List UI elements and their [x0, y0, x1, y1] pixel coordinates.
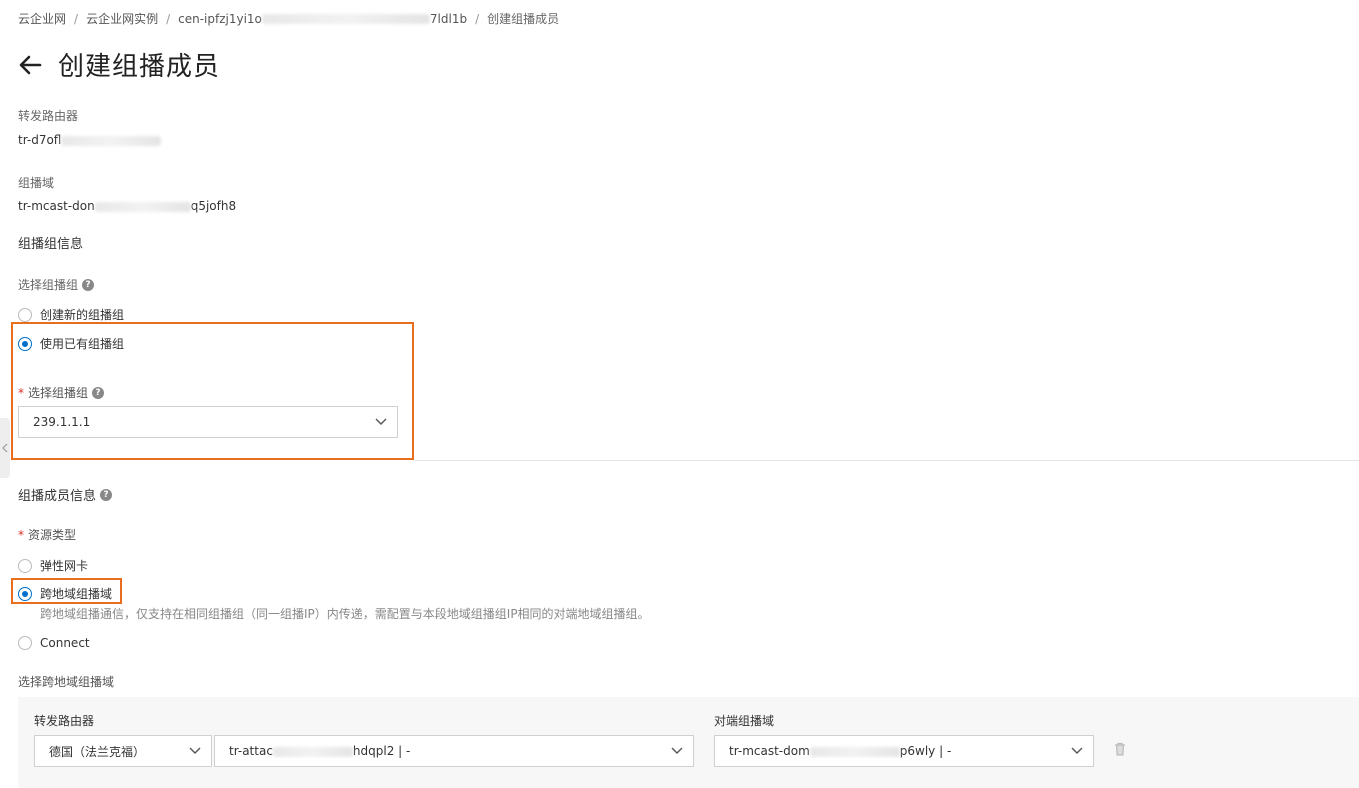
member-info-title: 组播成员信息 ? — [18, 485, 113, 504]
breadcrumb-cen-id-prefix: cen-ipfzj1yi1o — [178, 11, 262, 26]
group-info-title: 组播组信息 — [18, 237, 84, 252]
question-circle-icon[interactable]: ? — [82, 278, 95, 291]
attachment-select[interactable]: tr-attac hdqpl2 | - — [214, 735, 694, 767]
domain-label: 组播域 — [18, 176, 55, 190]
select-value: tr-mcast-dom p6wly | - — [729, 744, 951, 758]
sidebar-collapse-handle[interactable] — [0, 418, 10, 478]
radio-label: 跨地域组播域 — [40, 587, 113, 601]
resource-type-label: 资源类型 — [18, 526, 76, 543]
radio-button[interactable] — [18, 307, 32, 322]
domain-value-suffix: q5jofh8 — [190, 199, 237, 213]
back-button[interactable] — [18, 52, 44, 78]
multicast-group-select[interactable]: 239.1.1.1 — [18, 406, 398, 438]
radio-label: 使用已有组播组 — [40, 337, 125, 351]
radio-eni[interactable]: 弹性网卡 — [18, 557, 88, 574]
attach-prefix: tr-attac — [229, 744, 273, 758]
breadcrumb-cen-id-suffix: 7ldl1b — [429, 11, 468, 26]
cross-region-select-label: 选择跨地域组播域 — [18, 675, 115, 689]
router-value-prefix: tr-d7ofl — [18, 133, 62, 147]
redacted-text — [261, 14, 430, 24]
breadcrumb-cen[interactable]: 云企业网 — [18, 10, 66, 27]
question-circle-icon[interactable]: ? — [100, 488, 113, 501]
field-select-group-label: 选择组播组 ? — [18, 384, 105, 401]
domain-value-prefix: tr-mcast-don — [18, 199, 95, 213]
redacted-text — [94, 201, 191, 212]
peer-prefix: tr-mcast-dom — [729, 744, 810, 758]
field-select-group-text: 选择组播组 — [28, 386, 89, 400]
radio-connect[interactable]: Connect — [18, 636, 90, 650]
resource-type-label-text: 资源类型 — [28, 528, 77, 542]
select-value: tr-attac hdqpl2 | - — [229, 744, 410, 758]
radio-label: Connect — [40, 636, 90, 650]
peer-domain-select[interactable]: tr-mcast-dom p6wly | - — [714, 735, 1094, 767]
breadcrumb-separator: / — [475, 11, 480, 26]
radio-use-existing-group[interactable]: 使用已有组播组 — [18, 335, 124, 352]
radio-button-checked[interactable] — [18, 586, 32, 601]
col-header-peer-domain: 对端组播域 — [714, 714, 775, 728]
delete-row-button[interactable] — [1114, 742, 1126, 759]
radio-create-new-group[interactable]: 创建新的组播组 — [18, 306, 124, 323]
page-header: 创建组播成员 — [18, 46, 220, 83]
chevron-left-icon — [2, 443, 8, 453]
radio-label: 创建新的组播组 — [40, 308, 125, 322]
section-divider — [414, 460, 1359, 461]
breadcrumb-separator: / — [74, 11, 79, 26]
breadcrumb-cen-instances[interactable]: 云企业网实例 — [86, 10, 158, 27]
chevron-down-icon — [1071, 747, 1083, 754]
redacted-text — [61, 135, 162, 146]
region-select[interactable]: 德国（法兰克福） — [34, 735, 212, 767]
col-header-router: 转发路由器 — [34, 714, 95, 728]
router-value: tr-d7ofl — [18, 133, 162, 147]
select-value: 239.1.1.1 — [33, 415, 91, 429]
chevron-down-icon — [671, 747, 683, 754]
chevron-down-icon — [375, 418, 387, 425]
breadcrumb-separator: / — [166, 11, 171, 26]
peer-suffix: p6wly | - — [899, 744, 952, 758]
radio-button[interactable] — [18, 636, 32, 650]
select-value: 德国（法兰克福） — [49, 744, 146, 759]
router-label: 转发路由器 — [18, 109, 79, 123]
select-group-label-text: 选择组播组 — [18, 278, 79, 292]
redacted-text — [809, 746, 900, 757]
radio-button[interactable] — [18, 558, 32, 573]
cross-region-hint: 跨地域组播通信，仅支持在相同组播组（同一组播IP）内传递，需配置与本段地域组播组… — [40, 607, 650, 621]
trash-icon — [1115, 742, 1125, 756]
attach-suffix: hdqpl2 | - — [352, 744, 411, 758]
breadcrumb: 云企业网 / 云企业网实例 / cen-ipfzj1yi1o 7ldl1b / 创… — [18, 10, 559, 27]
domain-value: tr-mcast-don q5jofh8 — [18, 199, 236, 213]
select-group-label: 选择组播组 ? — [18, 276, 95, 293]
question-circle-icon[interactable]: ? — [92, 386, 105, 399]
radio-cross-region-domain[interactable]: 跨地域组播域 — [18, 585, 112, 602]
radio-label: 弹性网卡 — [40, 559, 89, 573]
redacted-text — [272, 746, 353, 757]
chevron-down-icon — [189, 747, 201, 754]
arrow-left-icon — [19, 55, 42, 74]
page-title: 创建组播成员 — [58, 52, 221, 82]
radio-button-checked[interactable] — [18, 336, 32, 351]
member-info-title-text: 组播成员信息 — [18, 489, 97, 504]
breadcrumb-current: 创建组播成员 — [487, 12, 560, 26]
breadcrumb-cen-id[interactable]: cen-ipfzj1yi1o 7ldl1b — [178, 12, 467, 26]
